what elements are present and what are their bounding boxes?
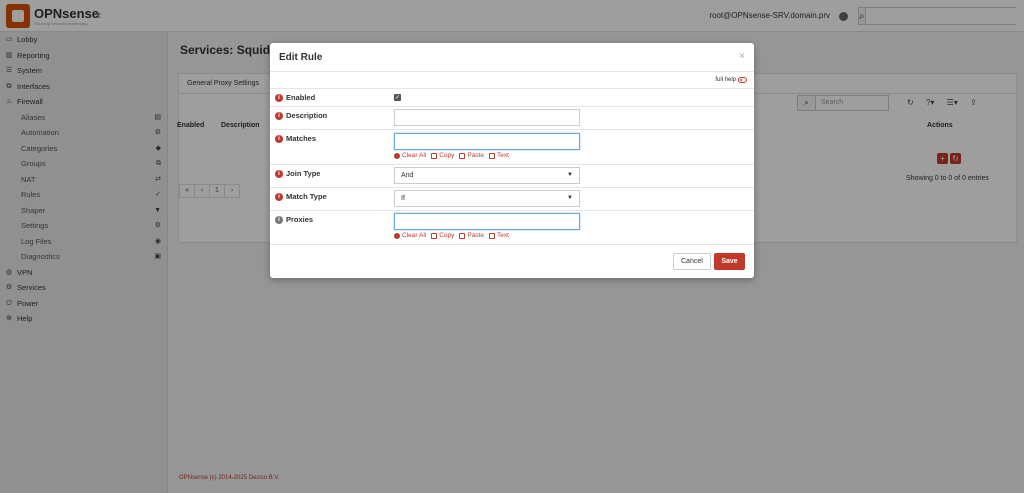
info-icon[interactable]: i	[275, 169, 283, 178]
field-row-description: i Description	[270, 106, 754, 129]
save-button[interactable]: Save	[714, 253, 745, 270]
caret-down-icon: ▼	[567, 172, 573, 178]
text-link[interactable]: Text	[489, 232, 509, 239]
modal-header: Edit Rule ×	[270, 43, 754, 72]
proxies-input[interactable]	[394, 213, 580, 230]
full-help-label: full help	[715, 77, 736, 83]
matches-tools: Clear All Copy Paste Text	[394, 152, 580, 159]
description-input[interactable]	[394, 109, 580, 126]
copy-icon	[431, 152, 438, 159]
info-icon[interactable]: i	[275, 134, 283, 143]
field-row-matches: i Matches Clear All Copy Paste Text	[270, 129, 754, 164]
modal-title: Edit Rule	[279, 52, 323, 63]
caret-down-icon: ▼	[567, 195, 573, 201]
clear-all-link[interactable]: Clear All	[394, 232, 426, 239]
cancel-button[interactable]: Cancel	[673, 253, 711, 270]
paste-icon	[459, 232, 466, 239]
file-text-icon	[489, 152, 496, 159]
match-type-select[interactable]: If ▼	[394, 190, 580, 207]
paste-link[interactable]: Paste	[459, 152, 484, 159]
clear-icon	[394, 232, 400, 239]
modal-footer: Cancel Save	[270, 244, 754, 278]
field-row-enabled: i Enabled ✓	[270, 88, 754, 106]
copy-icon	[431, 232, 438, 239]
copy-link[interactable]: Copy	[431, 152, 454, 159]
paste-link[interactable]: Paste	[459, 232, 484, 239]
field-row-join-type: i Join Type And ▼	[270, 164, 754, 187]
clear-all-link[interactable]: Clear All	[394, 152, 426, 159]
full-help-toggle[interactable]: full help	[715, 77, 747, 83]
copy-link[interactable]: Copy	[431, 232, 454, 239]
text-link[interactable]: Text	[489, 152, 509, 159]
info-icon[interactable]: i	[275, 93, 283, 102]
paste-icon	[459, 152, 466, 159]
field-row-match-type: i Match Type If ▼	[270, 187, 754, 210]
info-icon[interactable]: i	[275, 215, 283, 224]
matches-input[interactable]	[394, 133, 580, 150]
join-type-select[interactable]: And ▼	[394, 167, 580, 184]
info-icon[interactable]: i	[275, 111, 283, 120]
edit-rule-modal: Edit Rule × full help i Enabled ✓ i Descri…	[270, 43, 754, 278]
toggle-icon	[738, 77, 747, 83]
file-text-icon	[489, 232, 496, 239]
info-icon[interactable]: i	[275, 192, 283, 201]
proxies-tools: Clear All Copy Paste Text	[394, 232, 580, 239]
close-icon[interactable]: ×	[739, 51, 745, 62]
field-row-proxies: i Proxies Clear All Copy Paste Text	[270, 210, 754, 244]
enabled-checkbox[interactable]: ✓	[394, 94, 401, 101]
clear-icon	[394, 152, 400, 159]
